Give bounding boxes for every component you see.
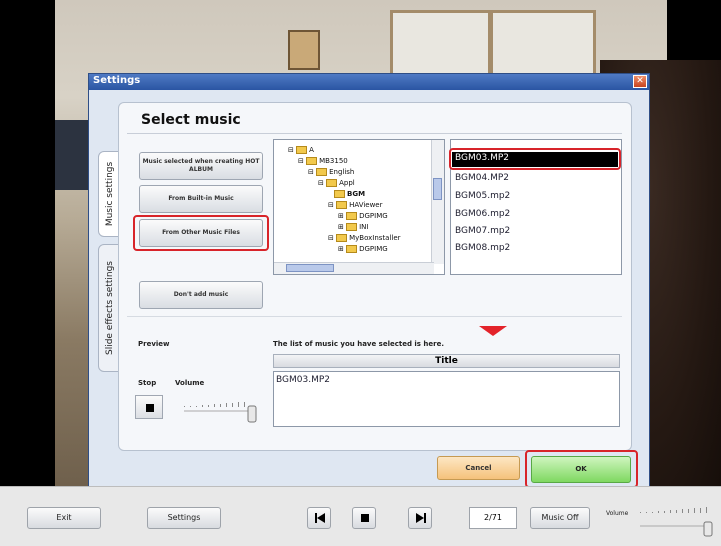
tree-node[interactable]: ⊟ MB3150 <box>298 157 348 165</box>
panel-divider-lower <box>127 316 622 317</box>
highlight-selected-file <box>449 148 621 170</box>
slider-thumb <box>247 405 257 423</box>
skip-back-icon <box>315 513 325 523</box>
stop-label: Stop <box>138 379 157 387</box>
tree-node[interactable]: ⊞ INI <box>338 223 368 231</box>
tree-node[interactable]: ⊟ Appl <box>318 179 355 187</box>
tree-node[interactable]: ⊟ HAViewer <box>328 201 383 209</box>
tab-slide-effects-label: Slide effects settings <box>105 260 115 356</box>
panel-title: Select music <box>141 112 241 128</box>
dialog-titlebar: Settings ✕ <box>89 74 649 90</box>
builtin-music-button[interactable]: From Built-in Music <box>139 185 263 213</box>
folder-tree[interactable]: ⊟ A ⊟ MB3150 ⊟ English ⊟ Appl BGM ⊟ HAVi… <box>273 139 445 275</box>
stop-slideshow-button[interactable] <box>352 507 376 529</box>
music-hot-album-button[interactable]: Music selected when creating HOT ALBUM <box>139 152 263 180</box>
list-item[interactable]: BGM08.mp2 <box>455 243 510 253</box>
tree-node[interactable]: ⊞ DGPIMG <box>338 212 388 220</box>
stop-icon <box>361 514 369 522</box>
tree-scroll-thumb[interactable] <box>433 178 442 200</box>
stop-button[interactable] <box>135 395 163 419</box>
photo-frame <box>288 30 320 70</box>
tree-node[interactable]: ⊟ English <box>308 168 354 176</box>
toolbar-volume-slider[interactable] <box>640 502 716 538</box>
panel-divider <box>127 133 622 134</box>
tree-hscroll-thumb[interactable] <box>286 264 334 272</box>
slider-thumb <box>703 521 713 537</box>
volume-label: Volume <box>175 379 205 387</box>
tab-music-settings-label: Music settings <box>105 161 115 227</box>
dialog-title: Settings <box>93 75 141 86</box>
preview-label: Preview <box>138 340 170 348</box>
list-item[interactable]: BGM06.mp2 <box>455 209 510 219</box>
tree-node[interactable]: ⊟ A <box>288 146 314 154</box>
exit-button[interactable]: Exit <box>27 507 101 529</box>
previous-button[interactable] <box>307 507 331 529</box>
next-button[interactable] <box>408 507 432 529</box>
selection-hint: The list of music you have selected is h… <box>273 340 445 348</box>
list-item[interactable]: BGM04.MP2 <box>455 173 509 183</box>
settings-button[interactable]: Settings <box>147 507 221 529</box>
toolbar-volume-label: Volume <box>606 510 629 517</box>
tree-node[interactable]: ⊞ DGPIMG <box>338 245 388 253</box>
highlight-other-music <box>133 215 269 251</box>
tree-vertical-scrollbar[interactable] <box>431 140 444 264</box>
selected-music-list[interactable]: BGM03.MP2 <box>273 371 620 427</box>
dont-add-music-button[interactable]: Don't add music <box>139 281 263 309</box>
highlight-ok <box>525 450 638 488</box>
preview-volume-slider[interactable] <box>184 398 258 424</box>
close-button[interactable]: ✕ <box>633 75 647 88</box>
list-item[interactable]: BGM05.mp2 <box>455 191 510 201</box>
slide-counter: 2/71 <box>469 507 517 529</box>
down-arrow-icon <box>479 326 507 336</box>
list-item[interactable]: BGM07.mp2 <box>455 226 510 236</box>
tree-horizontal-scrollbar[interactable] <box>274 262 434 274</box>
tree-node-selected[interactable]: BGM <box>334 190 365 198</box>
list-item[interactable]: BGM03.MP2 <box>276 375 330 385</box>
tree-node[interactable]: ⊟ MyBoxInstaller <box>328 234 401 242</box>
selection-column-header: Title <box>273 354 620 368</box>
music-toggle-button[interactable]: Music Off <box>530 507 590 529</box>
cancel-button[interactable]: Cancel <box>437 456 520 480</box>
stop-icon <box>146 404 154 412</box>
skip-forward-icon <box>416 513 426 523</box>
